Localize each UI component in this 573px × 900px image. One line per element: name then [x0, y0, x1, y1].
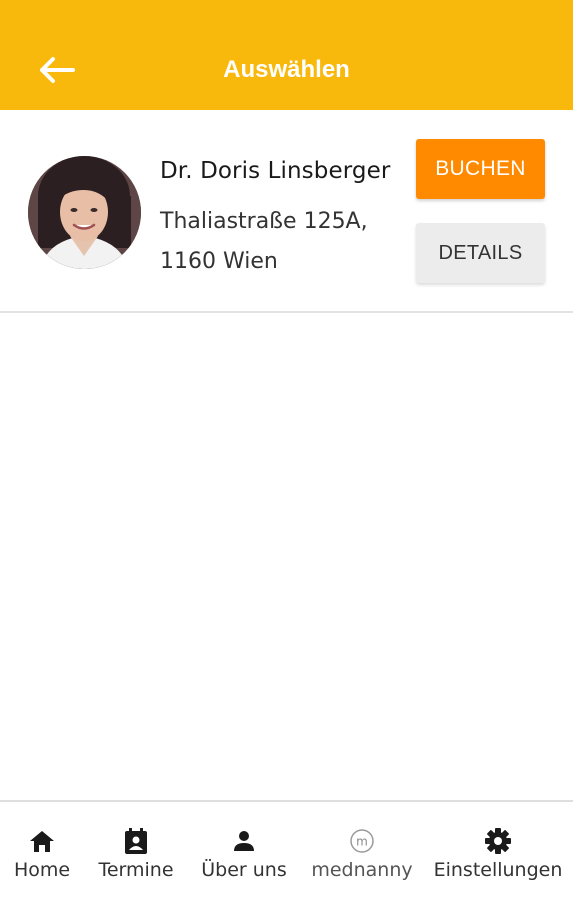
page-title: Auswählen — [223, 56, 350, 83]
doctor-address: Thaliastraße 125A, 1160 Wien — [160, 202, 410, 282]
doctor-name: Dr. Doris Linsberger — [160, 158, 391, 184]
address-street: Thaliastraße 125A, — [160, 209, 368, 234]
home-icon — [29, 826, 55, 856]
details-button[interactable]: DETAILS — [416, 223, 545, 283]
book-button[interactable]: BUCHEN — [416, 139, 545, 199]
nav-home[interactable]: Home — [0, 802, 84, 900]
bottom-navigation: Home Termine Über uns m mednanny Einstel… — [0, 800, 573, 900]
nav-termine-label: Termine — [98, 859, 174, 881]
nav-mednanny[interactable]: m mednanny — [308, 802, 416, 900]
svg-text:m: m — [356, 835, 368, 849]
nav-home-label: Home — [13, 859, 71, 881]
app-bar: Auswählen — [0, 0, 573, 110]
nav-termine[interactable]: Termine — [92, 802, 180, 900]
mednanny-logo-icon: m — [349, 826, 375, 856]
person-icon — [232, 826, 256, 856]
calendar-contact-icon — [124, 826, 148, 856]
doctor-avatar — [28, 156, 141, 269]
nav-ueber-uns[interactable]: Über uns — [196, 802, 292, 900]
nav-ueber-uns-label: Über uns — [201, 859, 287, 881]
gear-icon — [484, 826, 512, 856]
address-city: 1160 Wien — [160, 249, 278, 274]
nav-mednanny-label: mednanny — [311, 859, 413, 881]
nav-einstellungen[interactable]: Einstellungen — [432, 802, 564, 900]
nav-einstellungen-label: Einstellungen — [433, 859, 563, 881]
